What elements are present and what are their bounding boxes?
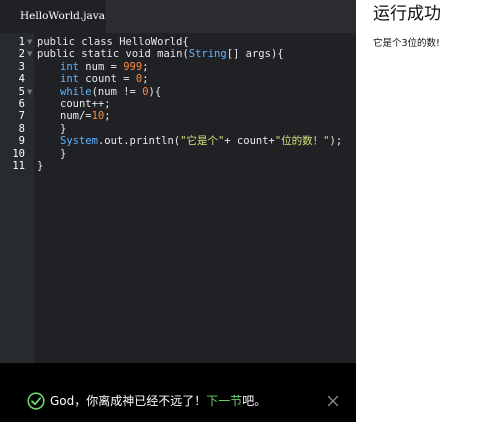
code-token: HelloWorld{ bbox=[119, 36, 189, 48]
code-token: public bbox=[37, 48, 75, 61]
code-token: } bbox=[60, 122, 67, 135]
toast-message-text: God，你离成神已经不远了！ bbox=[50, 394, 207, 408]
code-token: (num != bbox=[91, 85, 136, 98]
program-output: 它是个3位的数! bbox=[373, 38, 440, 49]
line-number: 5 bbox=[18, 85, 25, 98]
editor-tab-bar: HelloWorld.java bbox=[0, 0, 356, 33]
code-token: main( bbox=[157, 48, 189, 61]
code-token: count++; bbox=[60, 98, 111, 110]
code-token: String bbox=[188, 48, 227, 61]
line-number: 7 bbox=[18, 110, 25, 123]
code-token: System bbox=[60, 135, 98, 148]
toast-message: God，你离成神已经不远了！下一节吧。 bbox=[50, 392, 266, 410]
line-number: 9 bbox=[18, 135, 25, 148]
code-line-4: int count = 0; bbox=[60, 73, 149, 85]
code-token: count = bbox=[85, 73, 130, 86]
line-number: 10 bbox=[12, 147, 25, 160]
code-token: ){ bbox=[148, 85, 162, 98]
code-token: "它是个" bbox=[180, 135, 225, 148]
code-token: class bbox=[81, 36, 113, 48]
code-line-9: System.out.println("它是个"+ count+"位的数！"); bbox=[60, 135, 342, 147]
code-token: ; bbox=[142, 60, 149, 73]
code-token: 999 bbox=[123, 60, 143, 73]
fold-arrow-icon[interactable]: ▼ bbox=[27, 86, 34, 98]
code-token: num = bbox=[85, 60, 117, 73]
code-token: .out.println( bbox=[97, 135, 181, 148]
code-token: } bbox=[60, 147, 67, 160]
code-token: ); bbox=[329, 135, 343, 148]
fold-arrow-icon[interactable]: ▼ bbox=[27, 48, 34, 60]
code-token: "位的数！" bbox=[274, 135, 330, 148]
line-number: 1 bbox=[18, 36, 25, 48]
success-check-icon bbox=[27, 392, 45, 410]
code-token: num/= bbox=[60, 110, 92, 123]
file-tab[interactable]: HelloWorld.java bbox=[0, 0, 106, 33]
code-token: [] args){ bbox=[226, 48, 284, 61]
line-number: 11 bbox=[12, 160, 25, 172]
next-section-link[interactable]: 下一节 bbox=[206, 394, 242, 408]
code-line-7: num/=10; bbox=[60, 110, 111, 122]
toast-suffix: 吧。 bbox=[242, 394, 267, 408]
code-line-1: public class HelloWorld{ bbox=[37, 36, 189, 48]
line-number: 6 bbox=[18, 98, 25, 110]
code-token: } bbox=[37, 160, 44, 172]
line-number: 2 bbox=[18, 48, 25, 61]
code-line-2: public static void main(String[] args){ bbox=[37, 48, 284, 60]
code-line-5: while(num != 0){ bbox=[60, 86, 161, 98]
code-line-11: } bbox=[37, 160, 43, 172]
code-line-3: int num = 999; bbox=[60, 61, 149, 73]
code-line-10: } bbox=[60, 148, 66, 160]
line-number-gutter: 1 2 3 4 5 6 7 8 9 10 11 ▼ ▼ ▼ bbox=[0, 33, 34, 363]
close-icon[interactable] bbox=[327, 395, 339, 407]
code-token: public bbox=[37, 36, 75, 48]
result-title: 运行成功 bbox=[373, 4, 441, 24]
line-number: 4 bbox=[18, 73, 25, 86]
code-token: static bbox=[81, 48, 120, 61]
code-line-6: count++; bbox=[60, 98, 111, 110]
code-token: int bbox=[60, 60, 79, 73]
code-token: int bbox=[60, 73, 79, 86]
fold-arrow-icon[interactable]: ▼ bbox=[27, 36, 34, 48]
line-number: 8 bbox=[18, 122, 25, 135]
code-editor[interactable]: HelloWorld.java 1 2 3 4 5 6 7 8 9 10 11 … bbox=[0, 0, 356, 422]
code-token: void bbox=[125, 48, 151, 61]
code-token: + count+ bbox=[224, 135, 275, 148]
code-token: ; bbox=[142, 73, 149, 86]
line-number: 3 bbox=[18, 60, 25, 73]
code-token: while bbox=[60, 85, 92, 98]
code-token: ; bbox=[104, 110, 111, 123]
code-token: 10 bbox=[91, 110, 105, 123]
code-line-8: } bbox=[60, 123, 66, 135]
